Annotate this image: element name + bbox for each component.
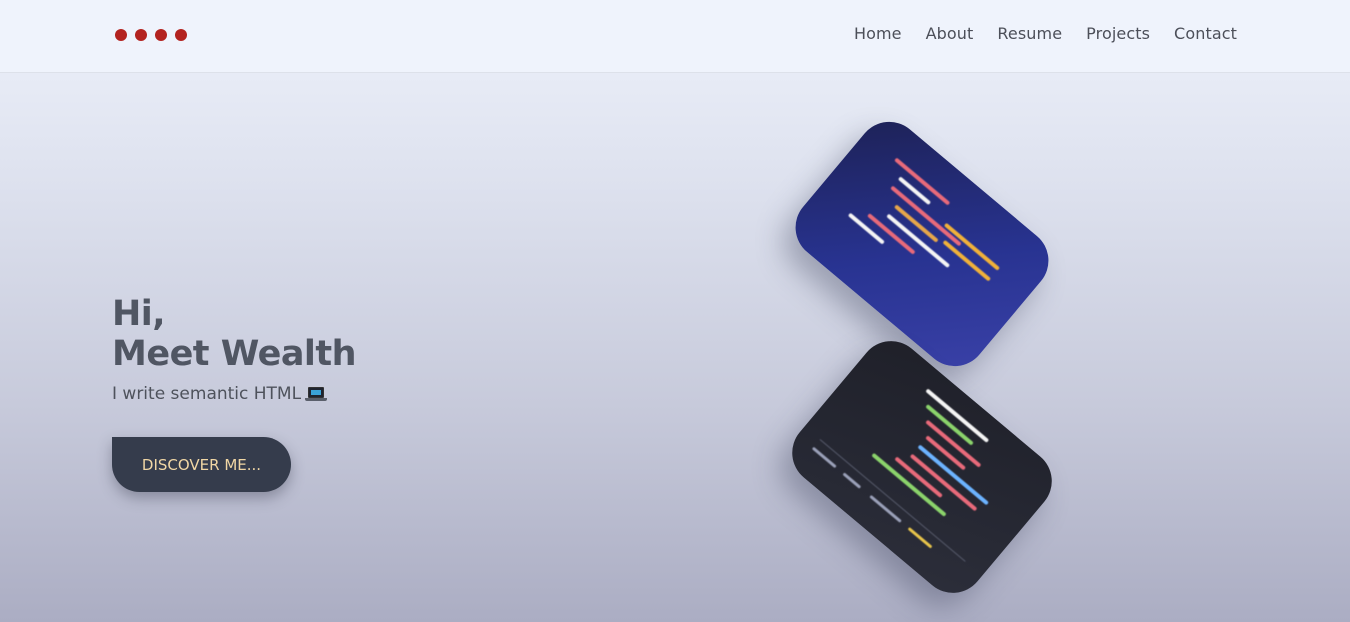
hero-greeting: Hi, xyxy=(112,294,166,334)
hero-tagline-text: I write semantic HTML xyxy=(112,384,302,404)
nav-link-home[interactable]: Home xyxy=(854,24,902,43)
nav-links: Home About Resume Projects Contact xyxy=(854,24,1237,43)
logo[interactable] xyxy=(115,29,187,41)
navbar: Home About Resume Projects Contact xyxy=(0,0,1350,73)
hero-name: Meet Wealth xyxy=(112,334,357,374)
hero-tagline: I write semantic HTML xyxy=(112,384,356,404)
code-image-card-top xyxy=(782,108,1062,380)
nav-link-about[interactable]: About xyxy=(926,24,974,43)
code-image-card-bottom xyxy=(779,328,1065,606)
logo-dot xyxy=(155,29,167,41)
discover-me-button[interactable]: DISCOVER ME... xyxy=(112,437,291,492)
logo-dot xyxy=(175,29,187,41)
hero-text: Hi, Meet Wealth I write semantic HTML xyxy=(112,294,357,404)
logo-dot xyxy=(115,29,127,41)
logo-dot xyxy=(135,29,147,41)
laptop-icon xyxy=(305,386,328,402)
nav-link-resume[interactable]: Resume xyxy=(997,24,1062,43)
nav-link-contact[interactable]: Contact xyxy=(1174,24,1237,43)
nav-link-projects[interactable]: Projects xyxy=(1086,24,1150,43)
